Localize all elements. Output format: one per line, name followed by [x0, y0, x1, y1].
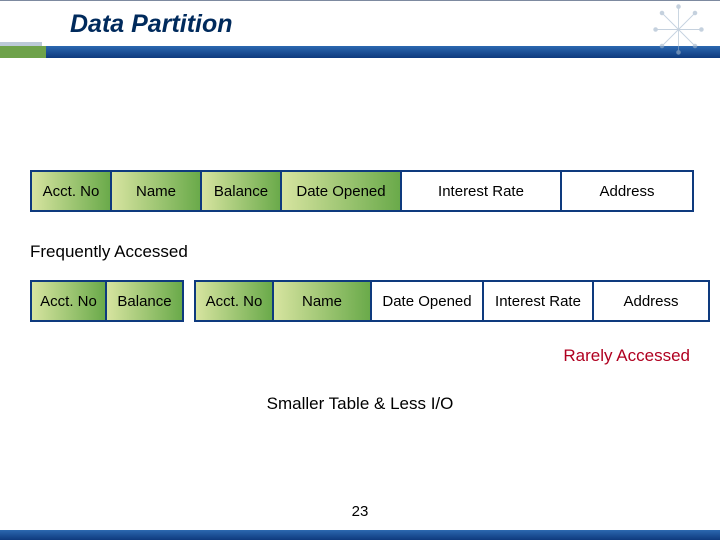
table-main: Acct. No Name Balance Date Opened Intere…	[30, 170, 694, 212]
rarely-accessed-label: Rarely Accessed	[563, 346, 690, 366]
top-rule	[0, 0, 720, 1]
frequently-accessed-label: Frequently Accessed	[30, 242, 188, 262]
col-address: Address	[562, 172, 692, 210]
col-balance: Balance	[202, 172, 282, 210]
page-title: Data Partition	[70, 10, 233, 39]
rare-col-date-opened: Date Opened	[372, 282, 484, 320]
col-name: Name	[112, 172, 202, 210]
col-acct-no: Acct. No	[32, 172, 112, 210]
table-frequent: Acct. No Balance	[30, 280, 184, 322]
slide: Data Partition Acct. No Name Balance Dat…	[0, 0, 720, 540]
deco-top-left-green	[0, 46, 46, 58]
sparkle-icon	[651, 2, 706, 57]
bottom-accent-bar	[0, 530, 720, 540]
freq-col-acct-no: Acct. No	[32, 282, 107, 320]
page-number: 23	[0, 503, 720, 520]
rare-col-address: Address	[594, 282, 708, 320]
col-date-opened: Date Opened	[282, 172, 402, 210]
table-rare: Acct. No Name Date Opened Interest Rate …	[194, 280, 710, 322]
rare-col-interest-rate: Interest Rate	[484, 282, 594, 320]
smaller-table-label: Smaller Table & Less I/O	[0, 394, 720, 414]
tables-split-wrap: Acct. No Balance Acct. No Name Date Open…	[30, 280, 710, 322]
freq-col-balance: Balance	[107, 282, 182, 320]
col-interest-rate: Interest Rate	[402, 172, 562, 210]
rare-col-name: Name	[274, 282, 372, 320]
rare-col-acct-no: Acct. No	[196, 282, 274, 320]
top-accent-bar	[0, 46, 720, 58]
